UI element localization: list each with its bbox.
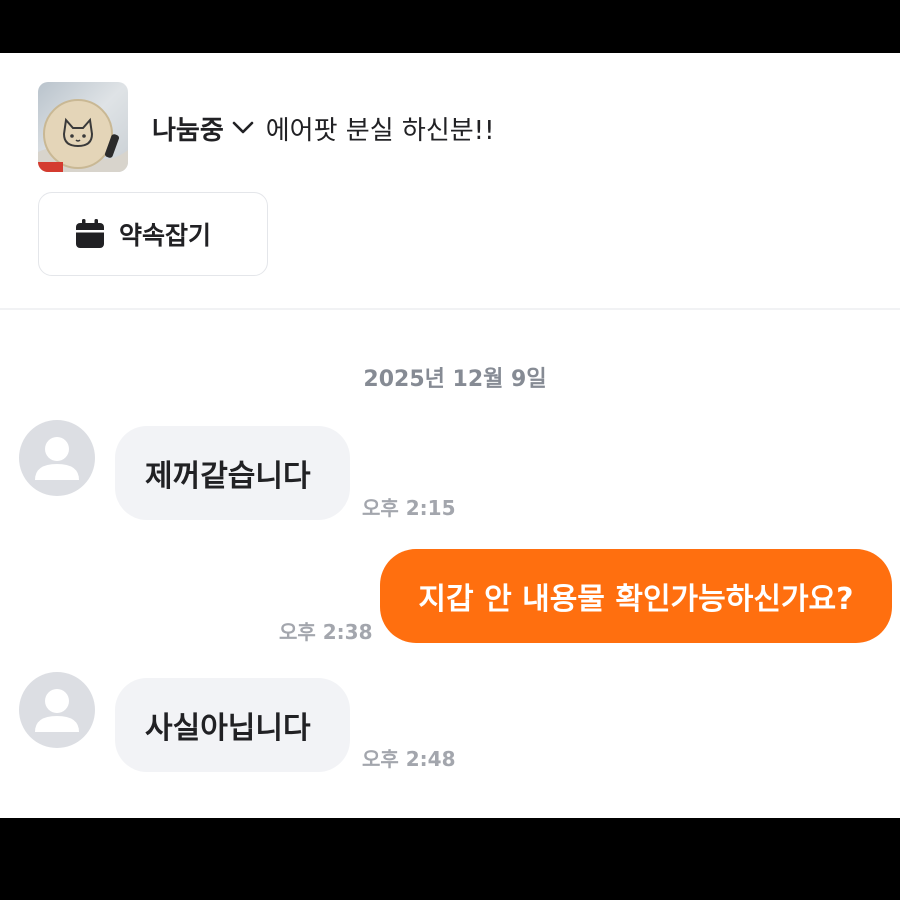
item-thumbnail[interactable]: [38, 82, 128, 172]
header-divider: [0, 308, 900, 310]
calendar-icon: [73, 217, 107, 251]
message-time: 오후 2:38: [279, 620, 373, 644]
message-time: 오후 2:48: [362, 747, 456, 771]
default-profile-icon[interactable]: [19, 420, 95, 496]
default-profile-icon[interactable]: [19, 672, 95, 748]
chat-header: 나눔중 에어팟 분실 하신분!! 약속잡기: [0, 53, 900, 308]
title-row: 나눔중 에어팟 분실 하신분!!: [152, 110, 495, 147]
date-separator: 2025년 12월 9일: [363, 367, 547, 392]
trade-status[interactable]: 나눔중: [152, 110, 224, 147]
item-title[interactable]: 에어팟 분실 하신분!!: [266, 110, 495, 147]
message-bubble-incoming[interactable]: 사실아닙니다: [115, 678, 350, 772]
message-time: 오후 2:15: [362, 496, 456, 520]
message-bubble-outgoing[interactable]: 지갑 안 내용물 확인가능하신가요?: [380, 549, 892, 643]
appointment-label: 약속잡기: [119, 221, 212, 250]
chat-screen: 나눔중 에어팟 분실 하신분!! 약속잡기 2025년 12월 9일 제꺼같습니…: [0, 53, 900, 818]
chevron-down-icon[interactable]: [232, 121, 254, 135]
message-bubble-incoming[interactable]: 제꺼같습니다: [115, 426, 350, 520]
make-appointment-button[interactable]: 약속잡기: [38, 192, 268, 276]
